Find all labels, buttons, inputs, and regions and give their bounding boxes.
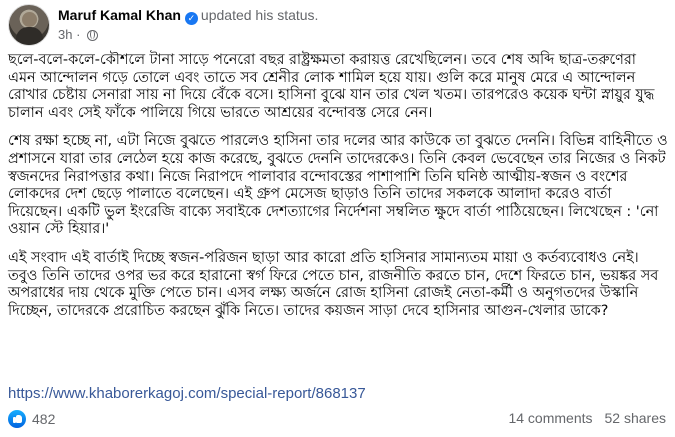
reactions-count: 482 bbox=[32, 411, 56, 427]
post-header: Maruf Kamal Khan ✓ updated his status. 3h … bbox=[8, 4, 668, 46]
comments-count[interactable]: 14 comments bbox=[508, 410, 592, 426]
post-meta: 3h · bbox=[58, 27, 99, 42]
post-timestamp[interactable]: 3h bbox=[58, 27, 72, 42]
author-line: Maruf Kamal Khan ✓ updated his status. bbox=[58, 7, 318, 25]
author-name[interactable]: Maruf Kamal Khan bbox=[58, 7, 181, 23]
avatar[interactable] bbox=[8, 4, 50, 46]
post-action-text: updated his status. bbox=[200, 7, 319, 23]
article-link[interactable]: https://www.khaborerkagoj.com/special-re… bbox=[8, 385, 366, 402]
reactions-summary[interactable]: 482 bbox=[8, 410, 55, 428]
post-paragraph-2: শেষ রক্ষা হচ্ছে না, এটা নিজে বুঝতে পারলে… bbox=[8, 133, 668, 238]
post-paragraph-3: এই সংবাদ এই বার্তাই দিচ্ছে স্বজন-পরিজন ছ… bbox=[8, 249, 659, 319]
post-paragraph-1: ছলে-বলে-কলে-কৌশলে টানা সাড়ে পনেরো বছর র… bbox=[8, 52, 655, 121]
engagement-counts: 14 comments 52 shares bbox=[508, 410, 666, 426]
shares-count[interactable]: 52 shares bbox=[605, 410, 666, 426]
verified-check-icon: ✓ bbox=[184, 12, 198, 25]
post-footer: 482 14 comments 52 shares bbox=[8, 408, 668, 432]
post-body: ছলে-বলে-কলে-কৌশলে টানা সাড়ে পনেরো বছর র… bbox=[8, 52, 668, 331]
like-icon bbox=[8, 410, 26, 428]
globe-icon[interactable] bbox=[87, 30, 99, 41]
